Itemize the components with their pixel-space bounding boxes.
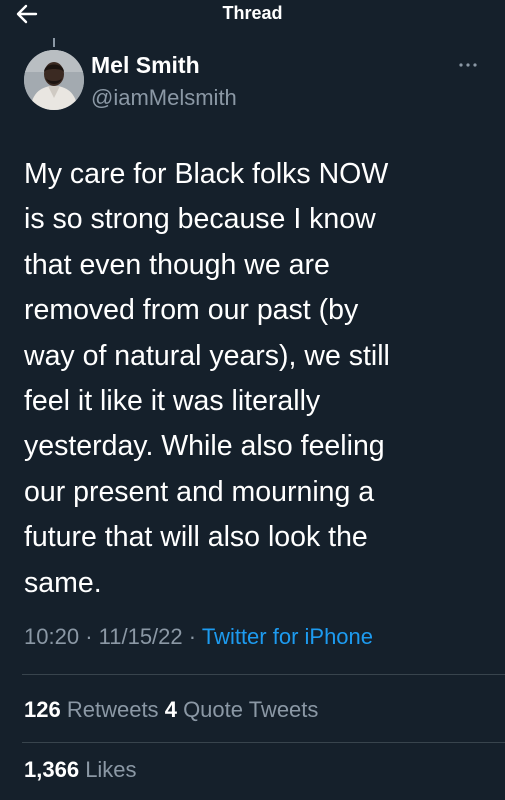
likes-count: 1,366 <box>24 757 80 782</box>
more-options-icon <box>459 63 477 67</box>
stats-row-retweets: 126 Retweets 4 Quote Tweets <box>24 697 318 723</box>
top-bar: Thread <box>0 0 505 30</box>
tweet-text: My care for Black folks NOW is so strong… <box>24 152 494 606</box>
tweet-text-line: way of natural years), we still <box>24 339 390 372</box>
quote-tweets-label: Quote Tweets <box>183 697 319 722</box>
likes-label: Likes <box>85 757 137 782</box>
divider <box>22 674 505 675</box>
likes-link[interactable]: 1,366 Likes <box>24 757 137 782</box>
stats-row-likes: 1,366 Likes <box>24 757 137 783</box>
tweet-text-line: future that will also look the <box>24 521 368 554</box>
retweets-label: Retweets <box>66 697 159 722</box>
profile-photo <box>24 50 84 110</box>
tweet-text-line: yesterday. While also feeling <box>24 430 385 463</box>
quote-tweets-count: 4 <box>164 697 177 722</box>
tweet-text-line: feel it like it was literally <box>24 385 321 418</box>
author-display-name[interactable]: Mel Smith <box>91 52 200 79</box>
tweet-text-line: removed from our past (by <box>24 294 359 327</box>
retweets-count: 126 <box>24 697 61 722</box>
quote-tweets-link[interactable]: 4 Quote Tweets <box>165 697 319 722</box>
thread-connector-line <box>53 38 55 47</box>
tweet-text-line: same. <box>24 566 102 599</box>
meta-separator: · <box>85 624 93 649</box>
tweet-time[interactable]: 10:20 <box>24 624 79 649</box>
avatar[interactable] <box>24 50 84 110</box>
retweets-link[interactable]: 126 Retweets <box>24 697 165 722</box>
page-title: Thread <box>222 3 283 23</box>
author-handle[interactable]: @iamMelsmith <box>91 85 237 111</box>
tweet-source-link[interactable]: Twitter for iPhone <box>202 624 373 649</box>
tweet-date[interactable]: 11/15/22 <box>99 624 183 649</box>
tweet-text-line: that even though we are <box>24 248 330 281</box>
more-options-button[interactable] <box>455 55 481 75</box>
tweet-text-line: is so strong because I know <box>24 203 376 236</box>
tweet-text-line: My care for Black folks NOW <box>24 158 389 190</box>
meta-separator: · <box>188 624 197 649</box>
tweet-text-line: our present and mourning a <box>24 475 375 508</box>
tweet-meta: 10:20 · 11/15/22 · Twitter for iPhone <box>24 624 373 650</box>
divider <box>22 742 505 743</box>
